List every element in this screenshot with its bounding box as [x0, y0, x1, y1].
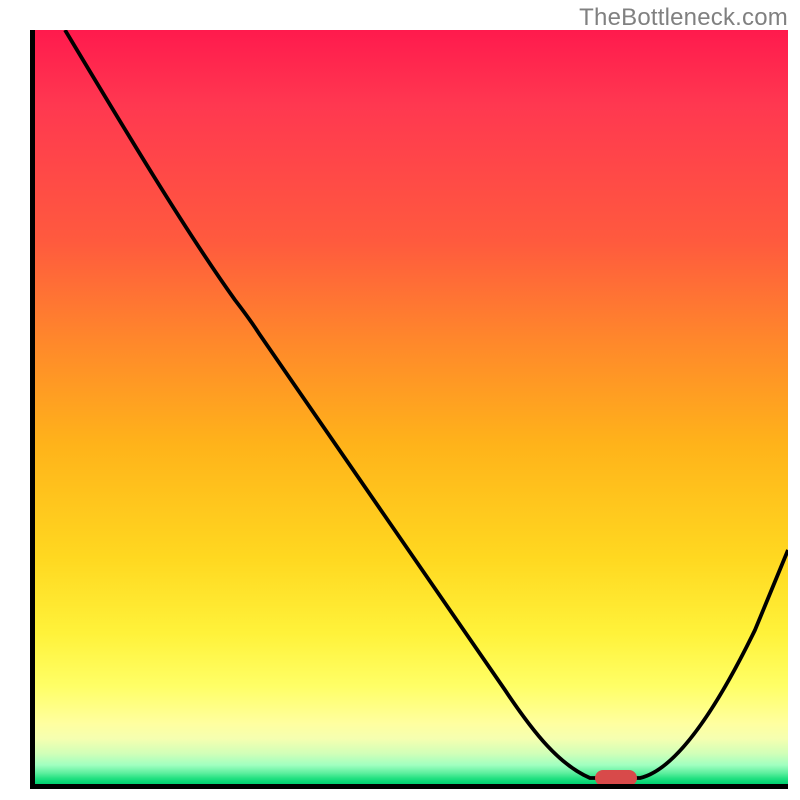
chart-container: TheBottleneck.com — [0, 0, 800, 800]
bottleneck-curve — [35, 30, 788, 784]
optimum-marker — [595, 770, 637, 784]
curve-path — [65, 30, 788, 778]
watermark-text: TheBottleneck.com — [579, 4, 788, 32]
plot-area — [30, 30, 788, 789]
